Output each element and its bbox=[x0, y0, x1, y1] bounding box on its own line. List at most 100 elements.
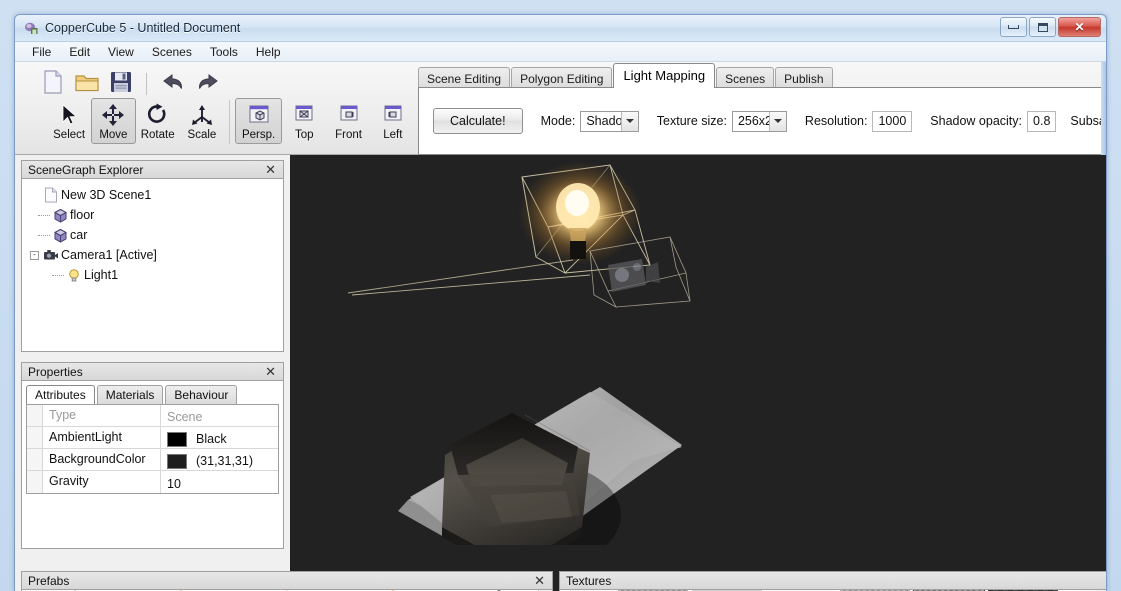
left-view-button[interactable]: Left bbox=[371, 98, 415, 144]
property-value[interactable]: 10 bbox=[161, 471, 278, 493]
front-view-icon bbox=[336, 102, 362, 128]
maximize-button[interactable] bbox=[1029, 17, 1056, 37]
mesh-cube-icon bbox=[50, 228, 70, 243]
textures-panel: Textures ✕ bbox=[559, 571, 1106, 591]
tab-behaviour[interactable]: Behaviour bbox=[165, 385, 238, 404]
rotate-circle-icon bbox=[146, 102, 169, 128]
tree-node-car[interactable]: car bbox=[28, 225, 283, 245]
scenegraph-close-icon[interactable]: ✕ bbox=[262, 163, 279, 176]
menu-help[interactable]: Help bbox=[247, 43, 290, 61]
main-toolbar: Select Move Rotate Scale Persp. Top Fron… bbox=[15, 62, 415, 155]
properties-title: Properties bbox=[28, 364, 83, 379]
mode-tab-panel: Scene Editing Polygon Editing Light Mapp… bbox=[418, 62, 1106, 155]
top-view-button[interactable]: Top bbox=[282, 98, 326, 144]
textures-title: Textures bbox=[566, 573, 612, 588]
property-name: Gravity bbox=[43, 471, 161, 493]
close-button[interactable]: ✕ bbox=[1058, 17, 1101, 37]
tab-scenes[interactable]: Scenes bbox=[716, 67, 775, 88]
minimize-button[interactable] bbox=[1000, 17, 1027, 37]
scene-tree: New 3D Scene1 floor car - Camera1 [Activ… bbox=[22, 179, 283, 285]
window-title: CopperCube 5 - Untitled Document bbox=[45, 21, 241, 35]
tree-connector bbox=[38, 214, 50, 216]
calculate-button[interactable]: Calculate! bbox=[433, 108, 523, 134]
new-document-icon[interactable] bbox=[41, 69, 65, 98]
properties-title-bar: Properties ✕ bbox=[21, 362, 284, 381]
save-disk-icon[interactable] bbox=[109, 69, 133, 98]
menu-view[interactable]: View bbox=[99, 43, 143, 61]
tab-polygon-editing[interactable]: Polygon Editing bbox=[511, 67, 613, 88]
tab-light-mapping[interactable]: Light Mapping bbox=[613, 63, 716, 88]
tree-node-label: New 3D Scene1 bbox=[61, 188, 152, 202]
move-cross-icon bbox=[101, 102, 125, 128]
move-tool-label: Move bbox=[99, 129, 128, 141]
tree-node-label: Light1 bbox=[84, 268, 119, 282]
tab-publish[interactable]: Publish bbox=[775, 67, 833, 88]
close-icon: ✕ bbox=[1074, 20, 1085, 34]
coppercube-icon bbox=[23, 20, 39, 36]
scenegraph-title: SceneGraph Explorer bbox=[28, 162, 144, 177]
chevron-down-icon[interactable] bbox=[768, 111, 786, 131]
attributes-grid: Type Scene AmbientLight Black Background… bbox=[26, 404, 279, 494]
select-tool-label: Select bbox=[53, 129, 86, 141]
persp-view-button[interactable]: Persp. bbox=[235, 98, 283, 144]
mode-tabs: Scene Editing Polygon Editing Light Mapp… bbox=[418, 62, 1106, 88]
tree-node-scene[interactable]: New 3D Scene1 bbox=[28, 185, 283, 205]
scale-axis-icon bbox=[190, 102, 214, 128]
rotate-tool-button[interactable]: Rotate bbox=[136, 98, 180, 144]
tree-node-light[interactable]: Light1 bbox=[28, 265, 283, 285]
front-view-label: Front bbox=[335, 129, 362, 141]
table-row[interactable]: AmbientLight Black bbox=[27, 427, 278, 449]
mode-label: Mode: bbox=[540, 114, 576, 128]
tree-node-floor[interactable]: floor bbox=[28, 205, 283, 225]
tab-materials[interactable]: Materials bbox=[96, 385, 164, 404]
file-toolbar bbox=[15, 62, 415, 98]
texture-size-label: Texture size: bbox=[656, 114, 727, 128]
chevron-down-icon[interactable] bbox=[620, 111, 638, 131]
properties-body: Attributes Materials Behaviour Type Scen… bbox=[21, 381, 284, 549]
cursor-arrow-icon bbox=[59, 102, 79, 128]
property-value[interactable]: Black bbox=[161, 427, 278, 448]
resolution-input[interactable]: 1000 bbox=[872, 110, 913, 132]
color-swatch[interactable] bbox=[167, 453, 187, 469]
menu-scenes[interactable]: Scenes bbox=[143, 43, 201, 61]
scale-tool-button[interactable]: Scale bbox=[180, 98, 224, 144]
table-row[interactable]: BackgroundColor (31,31,31) bbox=[27, 449, 278, 471]
resolution-label: Resolution: bbox=[804, 114, 868, 128]
work-area: SceneGraph Explorer ✕ New 3D Scene1 floo… bbox=[15, 155, 1106, 591]
tree-node-label: Camera1 [Active] bbox=[61, 248, 157, 262]
front-view-button[interactable]: Front bbox=[326, 98, 370, 144]
table-row[interactable]: Gravity 10 bbox=[27, 471, 278, 493]
redo-arrow-icon[interactable] bbox=[195, 70, 221, 97]
scenegraph-panel: SceneGraph Explorer ✕ New 3D Scene1 floo… bbox=[21, 160, 284, 352]
texture-size-select[interactable]: 256x256 bbox=[731, 110, 787, 132]
desktop-background: CopperCube 5 - Untitled Document ✕ File … bbox=[0, 0, 1121, 591]
left-view-icon bbox=[380, 102, 406, 128]
menu-edit[interactable]: Edit bbox=[60, 43, 99, 61]
tool-group-separator bbox=[229, 100, 231, 144]
maximize-icon bbox=[1037, 22, 1048, 32]
tab-scene-editing[interactable]: Scene Editing bbox=[418, 67, 511, 88]
open-folder-icon[interactable] bbox=[74, 69, 100, 98]
tree-expander[interactable]: - bbox=[28, 250, 41, 260]
tab-attributes[interactable]: Attributes bbox=[26, 385, 95, 404]
application-window: CopperCube 5 - Untitled Document ✕ File … bbox=[14, 14, 1107, 591]
light-bulb-icon bbox=[64, 268, 84, 283]
menu-tools[interactable]: Tools bbox=[201, 43, 247, 61]
tree-node-camera[interactable]: - Camera1 [Active] bbox=[28, 245, 283, 265]
select-tool-button[interactable]: Select bbox=[47, 98, 91, 144]
color-swatch[interactable] bbox=[167, 431, 187, 447]
mode-select[interactable]: Shadows bbox=[580, 110, 639, 132]
move-tool-button[interactable]: Move bbox=[91, 98, 136, 144]
tree-connector bbox=[52, 274, 64, 276]
tree-node-label: floor bbox=[70, 208, 95, 222]
undo-arrow-icon[interactable] bbox=[160, 70, 186, 97]
prefabs-close-icon[interactable]: ✕ bbox=[531, 574, 548, 587]
top-view-label: Top bbox=[295, 129, 314, 141]
3d-viewport[interactable] bbox=[290, 155, 1106, 591]
properties-close-icon[interactable]: ✕ bbox=[262, 365, 279, 378]
window-controls: ✕ bbox=[1000, 17, 1101, 37]
menu-file[interactable]: File bbox=[23, 43, 60, 61]
properties-panel: Properties ✕ Attributes Materials Behavi… bbox=[21, 362, 284, 549]
property-value[interactable]: (31,31,31) bbox=[161, 449, 278, 470]
shadow-opacity-input[interactable]: 0.8 bbox=[1027, 110, 1057, 132]
